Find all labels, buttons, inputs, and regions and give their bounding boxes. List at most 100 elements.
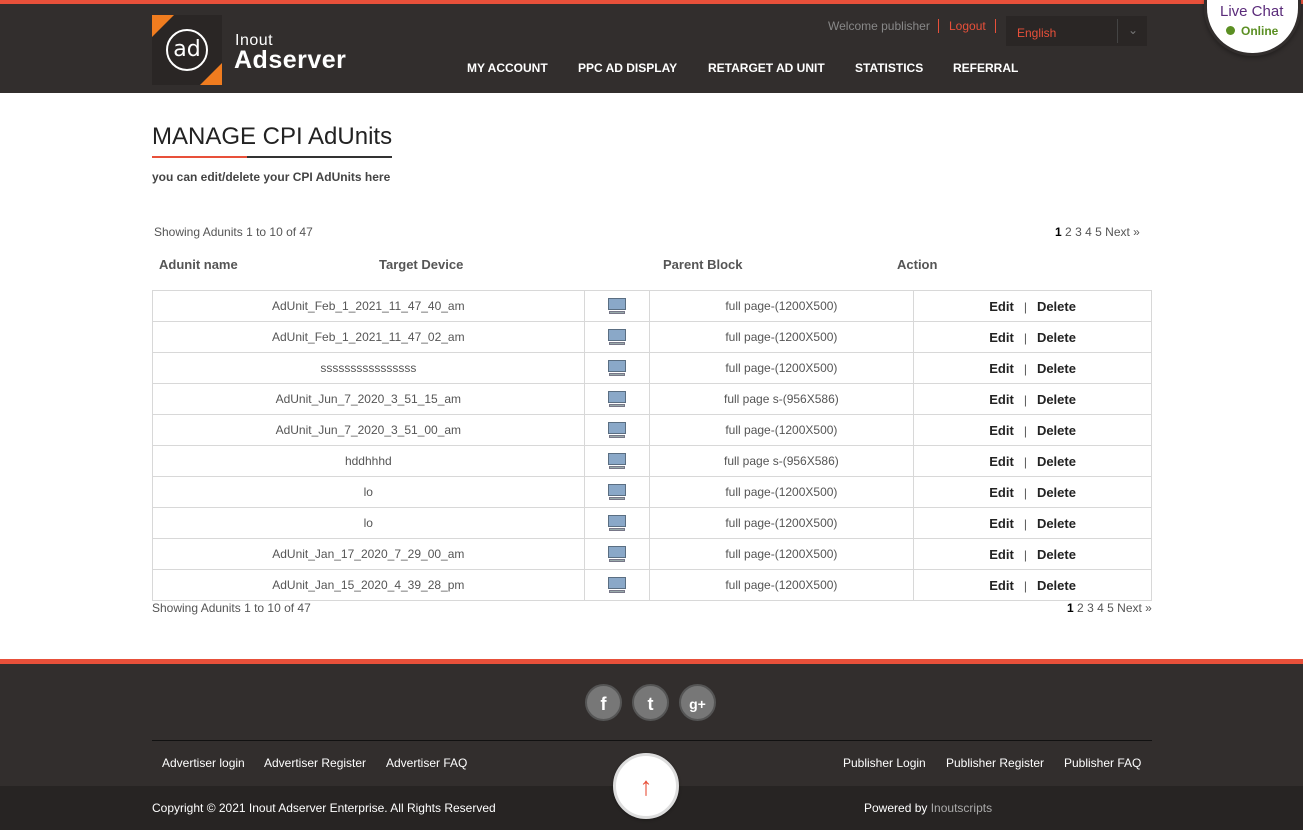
delete-link[interactable]: Delete — [1037, 485, 1076, 500]
scroll-to-top-button[interactable]: ↑ — [613, 753, 679, 819]
parent-block: full page-(1200X500) — [648, 352, 915, 384]
nav-statistics[interactable]: STATISTICS — [855, 61, 923, 75]
page-current: 1 — [1067, 601, 1074, 615]
page-link-4[interactable]: 4 — [1097, 601, 1104, 615]
divider — [938, 19, 939, 33]
edit-link[interactable]: Edit — [989, 485, 1014, 500]
delete-link[interactable]: Delete — [1037, 547, 1076, 562]
table-row: AdUnit_Feb_1_2021_11_47_02_am full page-… — [152, 321, 1152, 353]
desktop-icon — [607, 514, 626, 532]
parent-block: full page-(1200X500) — [648, 476, 915, 508]
column-header-parent-block: Parent Block — [663, 257, 743, 272]
page-link-2[interactable]: 2 — [1065, 225, 1072, 239]
edit-link[interactable]: Edit — [989, 578, 1014, 593]
action-cell: Edit | Delete — [913, 290, 1152, 322]
adunit-name: lo — [152, 507, 585, 539]
edit-link[interactable]: Edit — [989, 423, 1014, 438]
edit-link[interactable]: Edit — [989, 547, 1014, 562]
desktop-icon — [607, 390, 626, 408]
page-subtitle: you can edit/delete your CPI AdUnits her… — [152, 170, 391, 184]
logo-accent — [152, 15, 174, 37]
page-next[interactable]: Next » — [1117, 601, 1152, 615]
parent-block: full page-(1200X500) — [648, 290, 915, 322]
advertiser-faq-link[interactable]: Advertiser FAQ — [386, 756, 467, 770]
action-cell: Edit | Delete — [913, 476, 1152, 508]
delete-link[interactable]: Delete — [1037, 299, 1076, 314]
delete-link[interactable]: Delete — [1037, 392, 1076, 407]
advertiser-login-link[interactable]: Advertiser login — [162, 756, 245, 770]
powered-brand-link[interactable]: Inoutscripts — [931, 801, 992, 815]
target-device — [583, 569, 650, 601]
edit-link[interactable]: Edit — [989, 299, 1014, 314]
nav-retarget-ad-unit[interactable]: RETARGET AD UNIT — [708, 61, 825, 75]
facebook-icon[interactable]: f — [585, 684, 622, 721]
divider — [995, 19, 996, 33]
delete-link[interactable]: Delete — [1037, 454, 1076, 469]
showing-count-bottom: Showing Adunits 1 to 10 of 47 — [152, 601, 311, 615]
action-cell: Edit | Delete — [913, 414, 1152, 446]
delete-link[interactable]: Delete — [1037, 330, 1076, 345]
nav-referral[interactable]: REFERRAL — [953, 61, 1018, 75]
footer-divider — [152, 740, 1152, 741]
nav-my-account[interactable]: MY ACCOUNT — [467, 61, 548, 75]
action-cell: Edit | Delete — [913, 569, 1152, 601]
advertiser-register-link[interactable]: Advertiser Register — [264, 756, 366, 770]
logo-text-adserver: Adserver — [234, 46, 347, 74]
publisher-register-link[interactable]: Publisher Register — [946, 756, 1044, 770]
showing-count-top: Showing Adunits 1 to 10 of 47 — [154, 225, 313, 239]
page-next[interactable]: Next » — [1105, 225, 1140, 239]
logo[interactable]: ad — [152, 15, 222, 85]
parent-block: full page-(1200X500) — [648, 538, 915, 570]
adunit-name: AdUnit_Feb_1_2021_11_47_40_am — [152, 290, 585, 322]
table-row: ssssssssssssssss full page-(1200X500) Ed… — [152, 352, 1152, 384]
parent-block: full page s-(956X586) — [648, 445, 915, 477]
column-header-adunit-name: Adunit name — [159, 257, 238, 272]
table-row: lo full page-(1200X500) Edit | Delete — [152, 476, 1152, 508]
action-cell: Edit | Delete — [913, 445, 1152, 477]
target-device — [583, 445, 650, 477]
target-device — [583, 507, 650, 539]
online-status-icon — [1226, 26, 1235, 35]
page-link-2[interactable]: 2 — [1077, 601, 1084, 615]
parent-block: full page-(1200X500) — [648, 507, 915, 539]
table-row: AdUnit_Feb_1_2021_11_47_40_am full page-… — [152, 290, 1152, 322]
chevron-down-icon: ⌄ — [1128, 23, 1139, 37]
column-header-action: Action — [897, 257, 938, 272]
divider — [1117, 19, 1118, 43]
live-chat-title: Live Chat — [1220, 3, 1284, 20]
twitter-icon[interactable]: t — [632, 684, 669, 721]
language-select[interactable]: English ⌄ — [1006, 16, 1147, 46]
delete-link[interactable]: Delete — [1037, 516, 1076, 531]
edit-link[interactable]: Edit — [989, 330, 1014, 345]
edit-link[interactable]: Edit — [989, 454, 1014, 469]
page-link-3[interactable]: 3 — [1087, 601, 1094, 615]
table-row: AdUnit_Jan_15_2020_4_39_28_pm full page-… — [152, 569, 1152, 601]
edit-link[interactable]: Edit — [989, 392, 1014, 407]
adunit-name: hddhhhd — [152, 445, 585, 477]
logo-mark: ad — [166, 29, 208, 71]
delete-link[interactable]: Delete — [1037, 361, 1076, 376]
nav-ppc-ad-display[interactable]: PPC AD DISPLAY — [578, 61, 677, 75]
action-cell: Edit | Delete — [913, 321, 1152, 353]
page-link-4[interactable]: 4 — [1085, 225, 1092, 239]
delete-link[interactable]: Delete — [1037, 423, 1076, 438]
edit-link[interactable]: Edit — [989, 516, 1014, 531]
page-link-3[interactable]: 3 — [1075, 225, 1082, 239]
adunit-name: AdUnit_Feb_1_2021_11_47_02_am — [152, 321, 585, 353]
publisher-login-link[interactable]: Publisher Login — [843, 756, 926, 770]
desktop-icon — [607, 297, 626, 315]
google-plus-icon[interactable]: g+ — [679, 684, 716, 721]
page-link-5[interactable]: 5 — [1107, 601, 1114, 615]
title-underline — [152, 156, 392, 158]
logout-link[interactable]: Logout — [949, 19, 986, 33]
table-row: AdUnit_Jun_7_2020_3_51_15_am full page s… — [152, 383, 1152, 415]
publisher-faq-link[interactable]: Publisher FAQ — [1064, 756, 1141, 770]
adunit-name: lo — [152, 476, 585, 508]
page-link-5[interactable]: 5 — [1095, 225, 1102, 239]
pagination-top: 1 2 3 4 5 Next » — [1055, 225, 1140, 239]
page-title: MANAGE CPI AdUnits — [152, 123, 393, 150]
parent-block: full page-(1200X500) — [648, 569, 915, 601]
delete-link[interactable]: Delete — [1037, 578, 1076, 593]
edit-link[interactable]: Edit — [989, 361, 1014, 376]
adunit-name: AdUnit_Jun_7_2020_3_51_00_am — [152, 414, 585, 446]
